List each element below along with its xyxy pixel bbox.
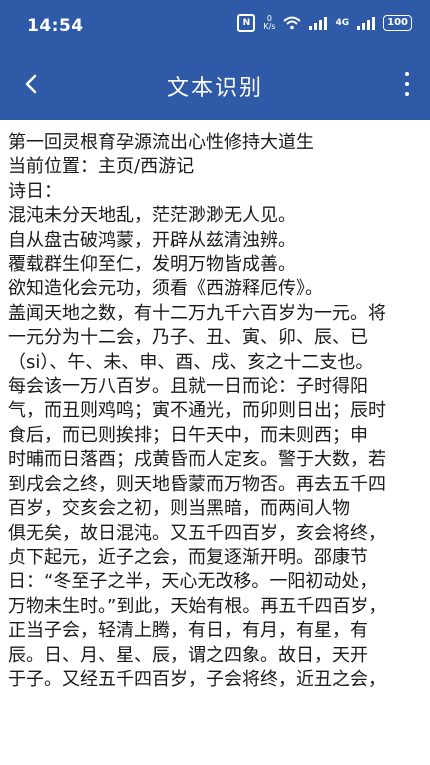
text-line: 俱无矣，故日混沌。又五千四百岁，亥会将终，	[8, 522, 386, 544]
status-time: 14:54	[27, 16, 84, 36]
text-line: 气，而丑则鸡鸣；寅不通光，而卯则日出；辰时	[8, 400, 386, 422]
app-bar: 14:54 N 0 K/s 4G 100 文本识别	[0, 0, 430, 120]
more-options-button[interactable]	[402, 72, 412, 96]
text-line: 贞下起元，近子之会，而复逐渐开明。邵康节	[8, 546, 368, 568]
text-line: （si）、午、未、申、酉、戌、亥之十二支也。	[8, 351, 374, 373]
text-line: 覆载群生仰至仁，发明万物皆成善。	[8, 254, 296, 276]
text-line: 一元分为十二会，乃子、丑、寅、卯、辰、已	[8, 327, 368, 349]
text-line: 第一回灵根育孕源流出心性修持大道生	[8, 132, 314, 153]
signal-icon	[309, 16, 328, 30]
text-line: 百岁，交亥会之初，则当黑暗，而两间人物	[8, 498, 350, 520]
text-line: 到戌会之终，则天地昏蒙而万物否。再去五千四	[8, 473, 386, 495]
net-speed: 0 K/s	[263, 15, 275, 31]
net-speed-unit: K/s	[263, 22, 276, 31]
network-type: 4G	[335, 18, 350, 28]
text-line: 辰。日、月、星、辰，谓之四象。故日，天开	[8, 644, 368, 666]
text-line: 食后，而已则挨排；日午天中，而未则西；申	[8, 424, 368, 446]
text-line: 自从盘古破鸿蒙，开辟从兹清浊辨。	[8, 229, 296, 251]
signal-icon-2	[357, 16, 376, 30]
status-bar: 14:54 N 0 K/s 4G 100	[0, 0, 430, 52]
text-line: 每会该一万八百岁。且就一日而论：子时得阳	[8, 376, 368, 398]
wifi-icon	[283, 16, 302, 30]
status-icons: N 0 K/s 4G 100	[237, 14, 412, 32]
text-line: 诗日：	[8, 180, 62, 202]
more-vert-icon	[405, 72, 409, 76]
text-line: 时晡而日落酉；戌黄昏而人定亥。警于大数，若	[8, 449, 386, 471]
text-line: 于子。又经五千四百岁，子会将终，近丑之会，	[8, 668, 386, 690]
text-line: 混沌未分天地乱，茫茫渺渺无人见。	[8, 205, 296, 227]
text-line: 正当子会，轻清上腾，有日，有月，有星，有	[8, 620, 368, 642]
battery-icon: 100	[383, 15, 412, 31]
recognized-text[interactable]: 第一回灵根育孕源流出心性修持大道生 当前位置：主页/西游记 诗日： 混沌未分天地…	[8, 131, 418, 692]
text-line: 欲知造化会元功，须看《西游释厄传》。	[8, 278, 323, 300]
text-line: 当前位置：主页/西游记	[8, 156, 195, 178]
nfc-icon: N	[237, 14, 256, 32]
text-line: 盖闻天地之数，有十二万九千六百岁为一元。将	[8, 302, 386, 324]
text-line: 万物未生时。”到此，天始有根。再五千四百岁，	[8, 595, 387, 617]
page-title: 文本识别	[166, 76, 263, 101]
text-line: 日：“冬至子之半，天心无改移。一阳初动处，	[8, 571, 378, 593]
